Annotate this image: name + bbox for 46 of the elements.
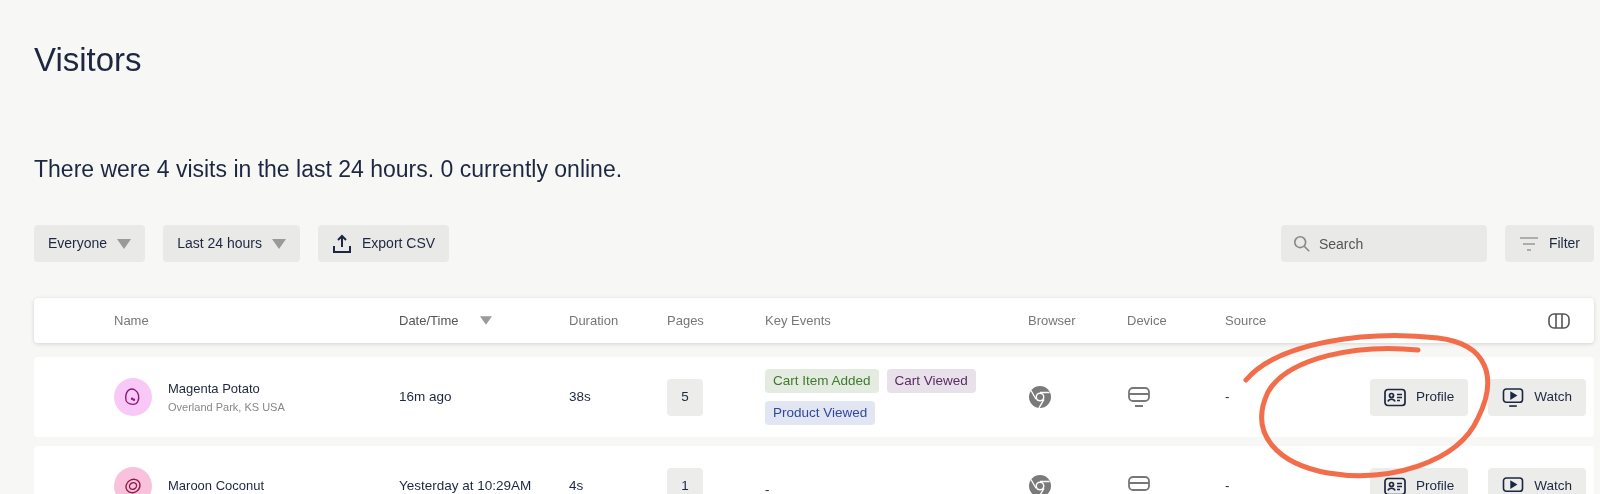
column-header[interactable]: Name (114, 310, 149, 331)
filter-icon (1518, 236, 1539, 251)
caret-icon (117, 238, 132, 249)
visit-source: - (1225, 389, 1230, 405)
visit-time: Yesterday at 10:29AM (399, 478, 532, 494)
filter-dropdown[interactable]: Last 24 hours (163, 225, 300, 263)
column-header[interactable]: Key Events (765, 310, 831, 331)
page-title: Visitors (34, 40, 143, 80)
column-header[interactable]: Duration (569, 310, 619, 331)
upload-icon (332, 233, 352, 254)
column-header[interactable]: Device (1127, 310, 1167, 331)
export-button[interactable]: Export CSV (318, 225, 450, 263)
event-tag: Cart Viewed (886, 368, 976, 394)
visit-time: 16m ago (399, 389, 452, 405)
monitor-icon (1127, 475, 1151, 494)
column-header[interactable]: Browser (1028, 310, 1076, 331)
browser-icon (1028, 385, 1052, 410)
monitor-icon (1127, 386, 1151, 409)
visitor-location: Overland Park, KS USA (168, 399, 285, 415)
visit-duration: 38s (569, 389, 591, 405)
filter-button[interactable]: Filter (1504, 225, 1594, 263)
sorted-column-header[interactable]: Date/Time (399, 310, 459, 331)
column-header[interactable]: Source (1225, 310, 1267, 331)
play-screen-icon (1502, 387, 1525, 407)
filter-dropdown[interactable]: Everyone (34, 225, 146, 263)
profile-card-icon (1383, 387, 1406, 407)
empty-events: - (765, 482, 770, 494)
visit-source: - (1225, 478, 1230, 494)
profile-button[interactable]: Profile (1369, 467, 1469, 494)
profile-card-icon (1383, 476, 1406, 494)
column-header[interactable]: Pages (667, 310, 704, 331)
page-count: 5 (667, 378, 703, 416)
watch-button[interactable]: Watch (1488, 378, 1586, 416)
visitor-name[interactable]: Maroon Coconut (168, 476, 265, 494)
visit-duration: 4s (569, 478, 584, 494)
columns-icon (1548, 312, 1570, 329)
profile-button[interactable]: Profile (1369, 378, 1469, 416)
visitor-name[interactable]: Magenta Potato (168, 379, 285, 399)
event-tag: Product Viewed (765, 401, 876, 426)
page-count: 1 (667, 467, 703, 494)
visits-summary: There were 4 visits in the last 24 hours. 0 currently online. (34, 155, 624, 184)
caret-icon (272, 238, 286, 249)
search-field[interactable]: Search (1280, 225, 1487, 263)
watch-button[interactable]: Watch (1488, 467, 1586, 494)
play-screen-icon (1502, 476, 1525, 494)
event-tag: Cart Item Added (765, 368, 879, 394)
